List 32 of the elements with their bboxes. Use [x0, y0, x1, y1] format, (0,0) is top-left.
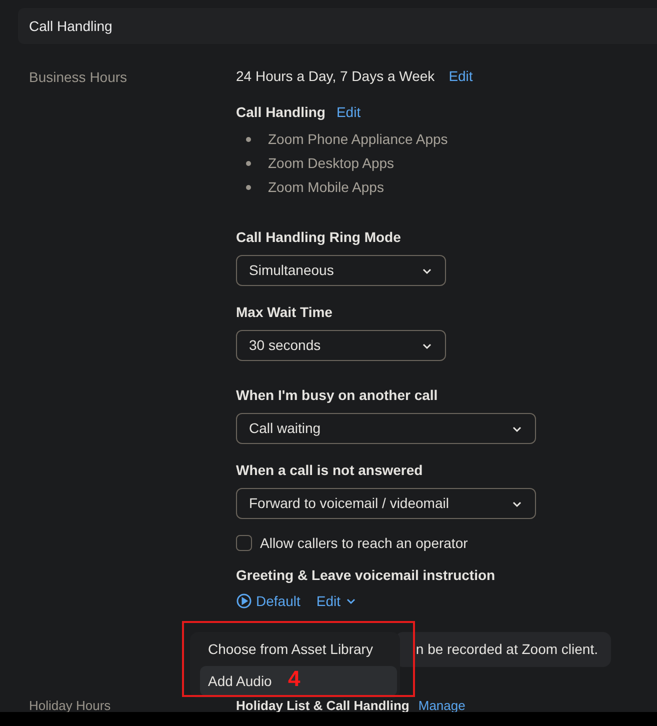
subsection-title: Call Handling — [236, 102, 326, 122]
manage-link[interactable]: Manage — [418, 699, 466, 712]
annotation-number: 4 — [288, 668, 300, 690]
dropdown-select[interactable]: Call waiting — [236, 413, 536, 444]
menu-item[interactable]: Choose from Asset Library — [200, 634, 397, 664]
app-item: Zoom Desktop Apps — [268, 154, 394, 173]
dropdown-select[interactable]: Forward to voicemail / videomail — [236, 488, 536, 519]
app-item: Zoom Phone Appliance Apps — [268, 130, 448, 149]
row-label: Business Hours — [29, 69, 128, 85]
schedule-text: 24 Hours a Day, 7 Days a Week — [236, 66, 435, 86]
app-item: Zoom Mobile Apps — [268, 178, 384, 197]
dropdown-select[interactable]: Simultaneous — [236, 255, 446, 286]
setting-label: When I'm busy on another call — [236, 386, 439, 403]
play-icon — [236, 593, 252, 609]
edit-link[interactable]: Edit — [336, 102, 361, 122]
edit-dropdown-button[interactable]: Edit — [316, 590, 358, 612]
tooltip: n be recorded at Zoom client. — [395, 632, 611, 667]
dropdown-select[interactable]: 30 seconds — [236, 330, 446, 361]
greeting-title: Greeting & Leave voicemail instruction — [236, 566, 496, 583]
subsection-title: Holiday List & Call Handling — [236, 699, 410, 712]
play-button[interactable]: Default — [236, 590, 300, 612]
bullet-icon — [246, 136, 251, 142]
bullet-icon — [246, 184, 251, 190]
edit-link[interactable]: Edit — [448, 66, 473, 86]
checkbox-label: Allow callers to reach an operator — [260, 534, 468, 553]
setting-label: Max Wait Time — [236, 303, 334, 320]
setting-label: When a call is not answered — [236, 461, 424, 478]
setting-label: Call Handling Ring Mode — [236, 228, 402, 245]
checkbox[interactable] — [236, 535, 252, 551]
row-label: Holiday Hours — [29, 698, 111, 713]
section-header: Call Handling — [18, 8, 657, 44]
bullet-icon — [246, 160, 251, 166]
